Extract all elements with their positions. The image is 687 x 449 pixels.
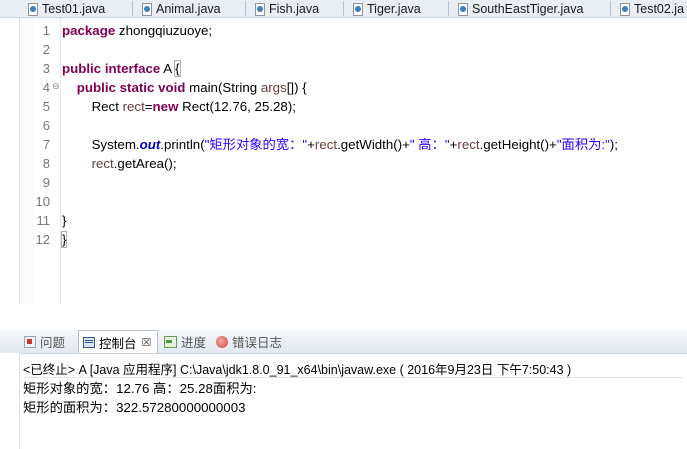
editor-left-frame [0, 18, 20, 304]
tab-error-log[interactable]: 错误日志 [216, 330, 282, 353]
tab-label: Animal.java [156, 1, 221, 16]
code-line-11[interactable]: } [62, 211, 66, 230]
tab-tiger-java[interactable]: Tiger.java [343, 0, 421, 17]
view-tab-bar: 问题 控制台 ☒ 进度 错误日志 [0, 330, 687, 354]
line-number: 9 [42, 175, 50, 190]
code-editor[interactable]: 1 2 3 4 5 6 7 8 9 10 11 12 ⊖ package zho… [0, 18, 687, 304]
console-icon [83, 336, 95, 348]
java-file-icon [352, 2, 363, 16]
view-splitter[interactable] [0, 304, 687, 330]
code-line-1[interactable]: package zhongqiuzuoye; [62, 21, 212, 40]
console-output-line: 矩形的面积为：322.57280000000003 [23, 400, 246, 415]
line-number: 6 [42, 118, 50, 133]
line-number: 2 [42, 42, 50, 57]
line-number: 7 [42, 137, 50, 152]
java-file-icon [254, 2, 265, 16]
console-view: 问题 控制台 ☒ 进度 错误日志 <已终止> A [Java 应用程序] C:\… [0, 330, 687, 449]
close-tab-icon[interactable]: ☒ [142, 336, 152, 349]
line-number: 12 [35, 232, 50, 247]
tab-label: Tiger.java [367, 1, 421, 16]
line-number: 3 [42, 61, 50, 76]
tab-label: Test01.java [42, 1, 106, 16]
java-file-icon [619, 2, 630, 16]
tab-console[interactable]: 控制台 ☒ [78, 330, 158, 353]
tab-problems[interactable]: 问题 [24, 330, 65, 353]
code-line-3[interactable]: public interface A { [62, 59, 181, 78]
line-number: 10 [35, 194, 50, 209]
tab-label: Test02.ja [634, 1, 685, 16]
console-output-area[interactable]: <已终止> A [Java 应用程序] C:\Java\jdk1.8.0_91_… [0, 353, 687, 449]
line-number: 11 [36, 213, 51, 228]
progress-icon [164, 335, 177, 348]
code-line-12[interactable]: } [60, 230, 68, 249]
line-number: 8 [42, 156, 50, 171]
tab-fish-java[interactable]: Fish.java [245, 0, 320, 17]
code-line-7[interactable]: System.out.println("矩形对象的宽："+rect.getWid… [62, 135, 618, 154]
code-line-8[interactable]: rect.getArea(); [62, 154, 177, 173]
tab-test02-java[interactable]: Test02.ja [610, 0, 685, 17]
tab-southeasttiger-java[interactable]: SouthEastTiger.java [448, 0, 584, 17]
text-caret [66, 232, 68, 246]
tab-label: Fish.java [269, 1, 320, 16]
java-file-icon [141, 2, 152, 16]
error-log-icon [216, 335, 228, 348]
java-file-icon [457, 2, 468, 16]
tab-label: SouthEastTiger.java [472, 1, 584, 16]
editor-tab-bar: Test01.java Animal.java Fish.java Tiger.… [0, 0, 687, 18]
tab-animal-java[interactable]: Animal.java [132, 0, 221, 17]
tab-test01-java[interactable]: Test01.java [27, 0, 105, 17]
line-number: 1 [42, 23, 50, 38]
terminated-status-line: <已终止> A [Java 应用程序] C:\Java\jdk1.8.0_91_… [23, 363, 572, 377]
console-output-line: 矩形对象的宽：12.76 高：25.28面积为: [23, 381, 257, 396]
fold-collapse-icon[interactable]: ⊖ [52, 78, 60, 97]
annotation-ruler [20, 18, 53, 304]
code-line-5[interactable]: Rect rect=new Rect(12.76, 25.28); [62, 97, 296, 116]
line-number: 5 [42, 99, 50, 114]
line-number: 4 [42, 80, 50, 95]
problems-icon [24, 335, 36, 348]
java-file-icon [27, 2, 38, 16]
tab-progress[interactable]: 进度 [164, 330, 206, 353]
code-line-4[interactable]: public static void main(String args[]) { [62, 78, 307, 97]
